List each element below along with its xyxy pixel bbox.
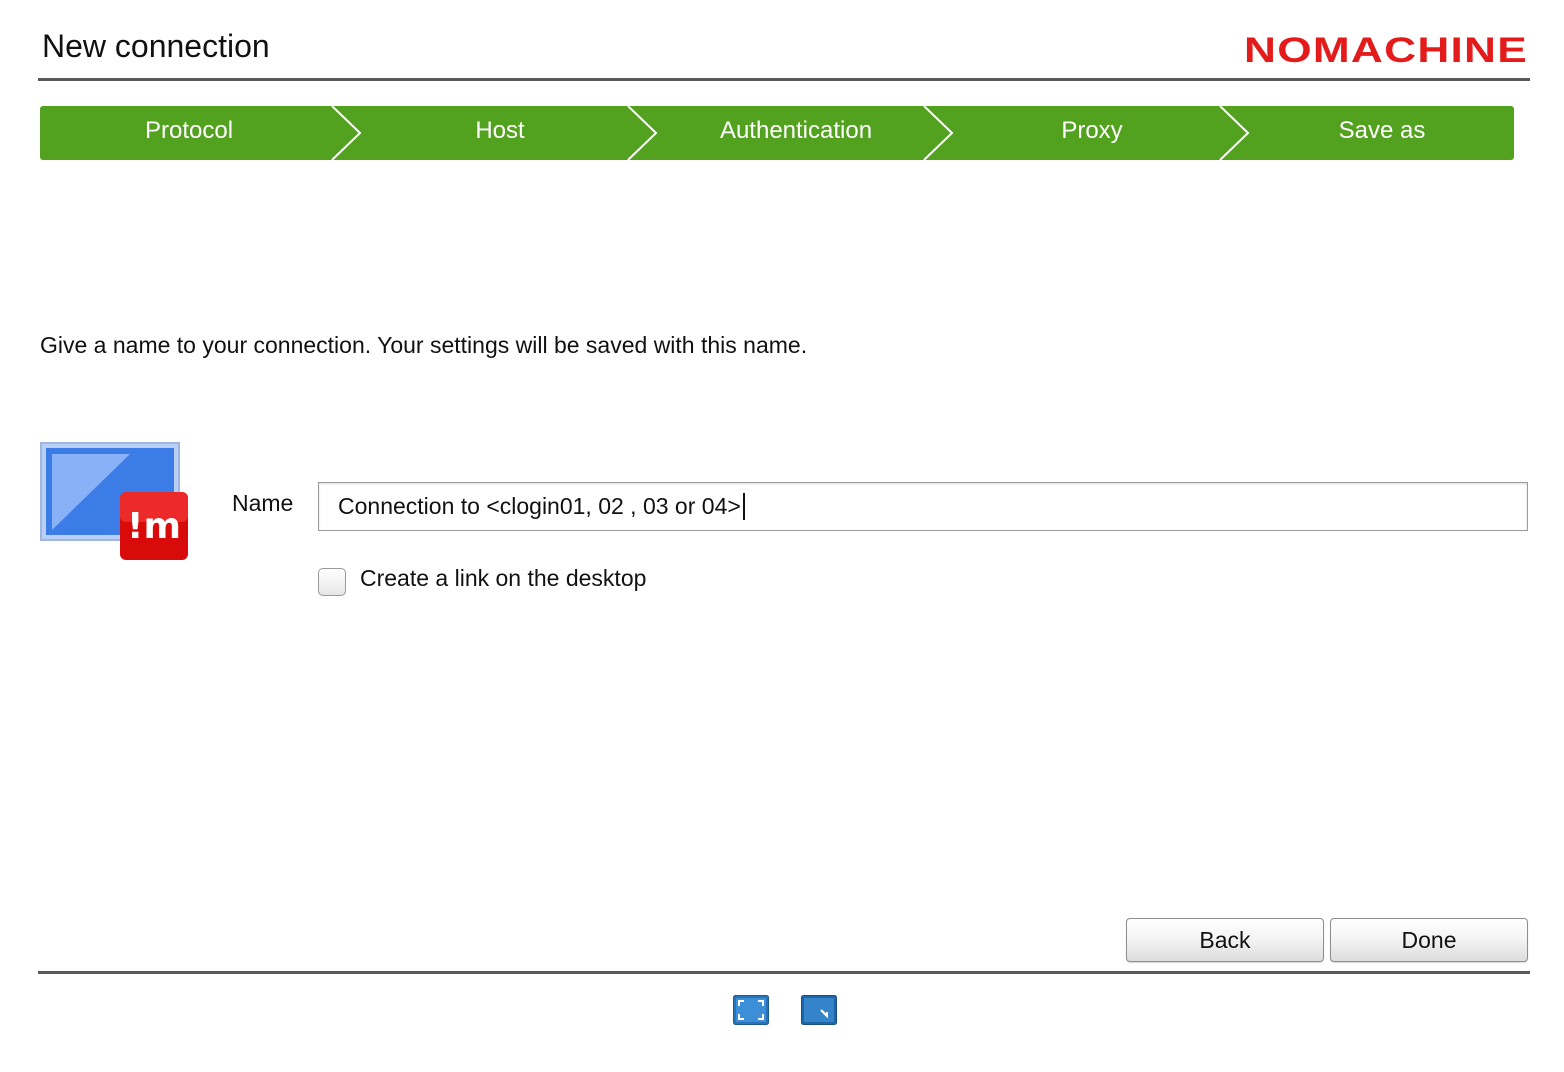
instruction-text: Give a name to your connection. Your set… xyxy=(40,332,808,358)
step-protocol[interactable]: Protocol xyxy=(145,106,233,160)
step-proxy[interactable]: Proxy xyxy=(1061,106,1122,160)
chevron-right-icon xyxy=(1219,106,1250,160)
desktop-link-checkbox[interactable] xyxy=(318,568,346,596)
header-divider xyxy=(38,78,1530,81)
step-save-as[interactable]: Save as xyxy=(1339,106,1426,160)
wizard-steps: Protocol Host Authentication Proxy Save … xyxy=(40,106,1514,160)
connection-icon: !m xyxy=(40,442,188,560)
chevron-right-icon xyxy=(627,106,658,160)
connection-name-value: Connection to <clogin01, 02 , 03 or 04> xyxy=(338,493,741,519)
back-button[interactable]: Back xyxy=(1126,918,1324,962)
step-authentication[interactable]: Authentication xyxy=(720,106,872,160)
svg-text:!m: !m xyxy=(127,506,181,547)
done-button[interactable]: Done xyxy=(1330,918,1528,962)
footer-divider xyxy=(38,971,1530,974)
chevron-right-icon xyxy=(923,106,954,160)
fit-to-window-icon[interactable] xyxy=(801,995,837,1025)
window-title: New connection xyxy=(42,28,270,64)
name-label: Name xyxy=(232,490,294,516)
step-host[interactable]: Host xyxy=(475,106,524,160)
chevron-right-icon xyxy=(331,106,362,160)
connection-name-input[interactable]: Connection to <clogin01, 02 , 03 or 04> xyxy=(318,482,1528,531)
logo-text: NOMACHINE xyxy=(1244,32,1528,68)
desktop-link-label[interactable]: Create a link on the desktop xyxy=(360,565,646,592)
text-caret xyxy=(742,493,745,520)
nomachine-logo: NOMACHINE xyxy=(1244,32,1528,68)
fullscreen-icon[interactable] xyxy=(733,995,769,1025)
